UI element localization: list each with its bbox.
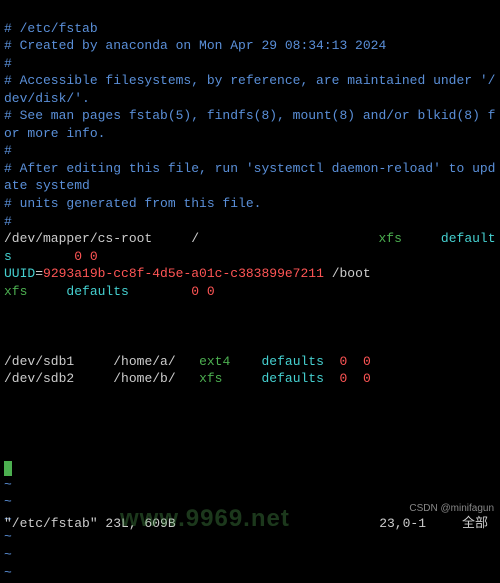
- fstab-entry-sdb2: /dev/sdb2 /home/b/ xfs defaults 0 0: [4, 371, 371, 386]
- opts: defaults: [66, 284, 128, 299]
- dump: 0: [74, 249, 82, 264]
- mount-point: /home/a/: [113, 354, 175, 369]
- fs-type: xfs: [199, 371, 222, 386]
- empty-line-tilde: ~: [4, 494, 12, 509]
- opts: defaults: [261, 371, 323, 386]
- comment-line: # Created by anaconda on Mon Apr 29 08:3…: [4, 38, 386, 53]
- uuid-value: 9293a19b-cc8f-4d5e-a01c-c383899e7211: [43, 266, 324, 281]
- terminal-editor[interactable]: # /etc/fstab # Created by anaconda on Mo…: [0, 0, 500, 583]
- comment-line: # units generated from this file.: [4, 196, 261, 211]
- empty-line-tilde: ~: [4, 477, 12, 492]
- pass: 0: [363, 354, 371, 369]
- comment-line: #: [4, 143, 12, 158]
- equals: =: [35, 266, 43, 281]
- fstab-entry-boot: UUID=9293a19b-cc8f-4d5e-a01c-c383899e721…: [4, 266, 500, 299]
- pass: 0: [207, 284, 215, 299]
- dump: 0: [191, 284, 199, 299]
- comment-line: #: [4, 56, 12, 71]
- vim-status-line: "/etc/fstab" 23L, 609B 23,0-1 全部: [4, 515, 496, 533]
- status-percent: 全部: [462, 515, 488, 533]
- mount-point: /: [191, 231, 199, 246]
- comment-line: # /etc/fstab: [4, 21, 98, 36]
- device: /dev/mapper/cs-root: [4, 231, 152, 246]
- fs-type: xfs: [379, 231, 402, 246]
- fs-type: xfs: [4, 284, 27, 299]
- comment-line: #: [4, 214, 12, 229]
- status-file-info: "/etc/fstab" 23L, 609B: [4, 515, 176, 533]
- mount-point: /boot: [332, 266, 371, 281]
- fstab-entry-root: /dev/mapper/cs-root / xfs defaults 0 0: [4, 231, 496, 264]
- fs-type: ext4: [199, 354, 230, 369]
- opts: defaults: [262, 354, 324, 369]
- pass: 0: [363, 371, 371, 386]
- fstab-entry-sdb1: /dev/sdb1 /home/a/ ext4 defaults 0 0: [4, 354, 371, 369]
- empty-line-tilde: ~: [4, 547, 12, 562]
- comment-line: # See man pages fstab(5), findfs(8), mou…: [4, 108, 495, 141]
- comment-line: # Accessible filesystems, by reference, …: [4, 73, 495, 106]
- status-cursor-pos: 23,0-1: [379, 515, 426, 533]
- empty-line-tilde: ~: [4, 565, 12, 580]
- device: /dev/sdb1: [4, 354, 74, 369]
- mount-point: /home/b/: [113, 371, 175, 386]
- device: /dev/sdb2: [4, 371, 74, 386]
- comment-line: # After editing this file, run 'systemct…: [4, 161, 495, 194]
- cursor: [4, 461, 12, 476]
- pass: 0: [90, 249, 98, 264]
- uuid-label: UUID: [4, 266, 35, 281]
